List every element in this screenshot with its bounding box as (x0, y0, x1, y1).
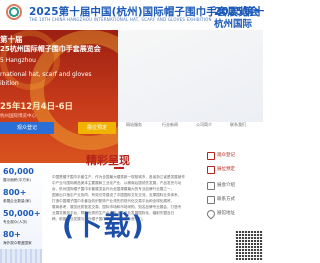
stat-label: 海外观众覆盖国家 (3, 241, 32, 245)
quick-link-label: 观众登记 (217, 153, 235, 158)
info-icon (207, 182, 215, 190)
user-icon (207, 152, 215, 160)
quick-link-label: 联系方式 (217, 197, 235, 202)
stat-value: 800+ (3, 188, 27, 197)
quick-link-label: 展位预定 (217, 167, 235, 172)
quick-links-sidebar: 观众登记 展位预定 展会介绍 联系方式 展馆地址 (205, 150, 263, 263)
quick-link-booth[interactable]: 展位预定 (205, 164, 263, 176)
hero-line-2: 25杭州国际帽子围巾手套展览会 (0, 45, 101, 53)
location-icon (205, 208, 217, 220)
nav-item-contact[interactable]: 联系我们 (230, 122, 246, 128)
hero-venue: 杭州国际博览中心 (0, 114, 36, 119)
quick-link-label: 展馆地址 (217, 211, 235, 216)
quick-link-address[interactable]: 展馆地址 (205, 208, 263, 220)
hero-line-3: 5 Hangzhou (0, 57, 36, 64)
stat-label: 参展企业数量(家) (3, 199, 31, 203)
booth-button[interactable]: 展位预定 (78, 122, 116, 134)
booth-icon (207, 166, 215, 174)
hero-date: 25年12月4日-6日 (0, 102, 74, 112)
decorative-skyline (0, 249, 42, 263)
site-title-repeat-2: 杭州国际 (214, 19, 253, 30)
nav-item-about[interactable]: 公司简介 (196, 122, 212, 128)
hero-line-4: rnational hat, scarf and gloves (0, 71, 92, 78)
logo-icon[interactable] (6, 4, 22, 20)
stats-column: 60,000 展示面积(平方米) 800+ 参展企业数量(家) 50,000+ … (0, 163, 42, 263)
hero-line-5: ibition (0, 80, 19, 87)
nav-item-news[interactable]: 行业新闻 (162, 122, 178, 128)
stat-value: 50,000+ (3, 209, 41, 218)
quick-link-intro[interactable]: 展会介绍 (205, 180, 263, 192)
section-title: 精彩呈现 (86, 154, 130, 167)
nav-bar: 网站服务 行业新闻 公司简介 联系我们 (124, 122, 263, 132)
stat-value: 60,000 (3, 167, 34, 176)
stat-label: 展示面积(平方米) (3, 178, 31, 182)
section-underline (114, 167, 124, 169)
qr-code (235, 230, 263, 260)
quick-link-contact[interactable]: 联系方式 (205, 194, 263, 206)
hero-photo (118, 30, 263, 122)
phone-icon (207, 196, 215, 204)
stat-value: 80+ (3, 230, 21, 239)
quick-link-register[interactable]: 观众登记 (205, 150, 263, 162)
site-header: 2025第十届中国(杭州)国际帽子围巾手套展览会 THE 10TH CHINA … (0, 0, 264, 30)
nav-item-services[interactable]: 网站服务 (126, 122, 142, 128)
hero-banner: 第十届 25杭州国际帽子围巾手套展览会 5 Hangzhou rnational… (0, 30, 118, 163)
register-button[interactable]: 观众登记 (0, 122, 54, 134)
stat-label: 专业观众(人次) (3, 220, 28, 224)
watermark-text: (卜载) (62, 211, 145, 242)
quick-link-label: 展会介绍 (217, 183, 235, 188)
site-subtitle: THE 10TH CHINA HANGZHOU INTERNATIONAL HA… (29, 17, 212, 22)
